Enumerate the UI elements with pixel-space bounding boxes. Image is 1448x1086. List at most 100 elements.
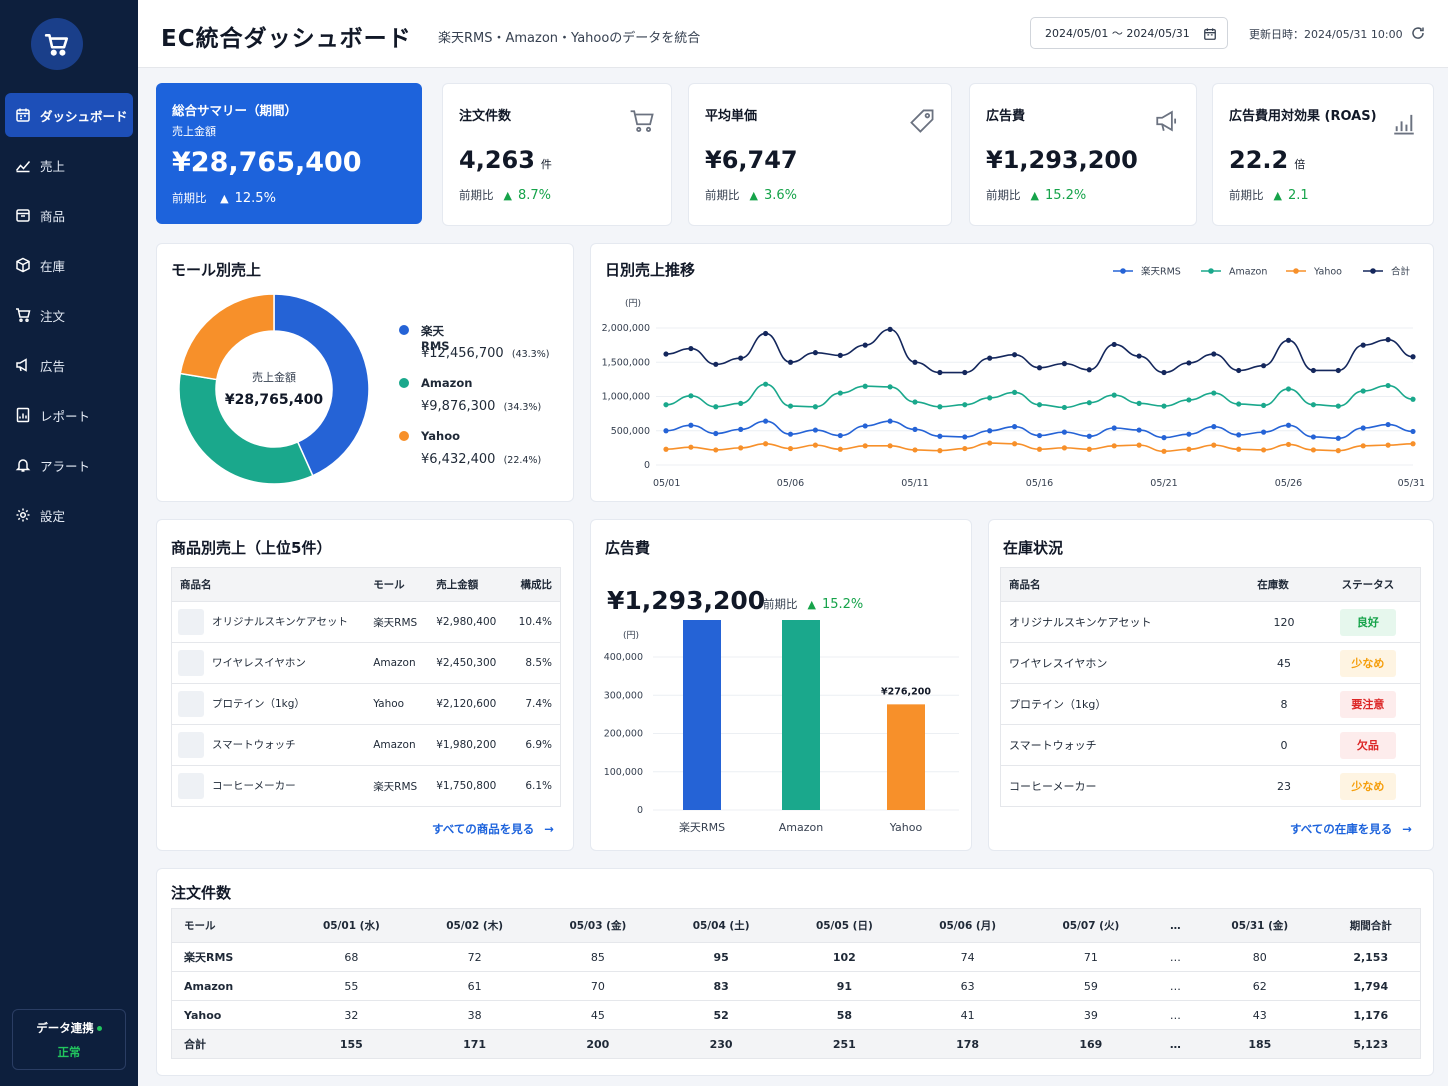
data-point[interactable]	[1161, 403, 1167, 409]
data-point[interactable]	[937, 448, 943, 454]
data-point[interactable]	[763, 330, 769, 337]
data-point[interactable]	[1136, 353, 1142, 359]
data-point[interactable]	[1335, 435, 1341, 441]
data-point[interactable]	[688, 422, 694, 428]
data-point[interactable]	[862, 342, 868, 348]
data-point[interactable]	[1285, 441, 1292, 448]
data-point[interactable]	[763, 418, 769, 424]
data-point[interactable]	[1385, 337, 1391, 343]
date-range-picker[interactable]: 2024/05/01 〜 2024/05/31	[1030, 17, 1228, 49]
data-point[interactable]	[688, 393, 694, 399]
table-row[interactable]: オリジナルスキンケアセット 楽天RMS ¥2,980,400 10.4%	[171, 601, 561, 643]
data-point[interactable]	[1161, 369, 1167, 376]
data-point[interactable]	[912, 399, 918, 405]
sidebar-item-reports[interactable]: レポート	[5, 393, 133, 437]
data-point[interactable]	[663, 446, 669, 452]
table-row[interactable]: スマートウォッチ Amazon ¥1,980,200 6.9%	[171, 724, 561, 766]
data-point[interactable]	[812, 427, 818, 433]
table-row[interactable]: ワイヤレスイヤホン Amazon ¥2,450,300 8.5%	[171, 642, 561, 684]
data-point[interactable]	[837, 446, 843, 452]
data-point[interactable]	[713, 404, 719, 410]
donut-slice-Amazon[interactable]	[178, 372, 314, 485]
data-point[interactable]	[1360, 443, 1366, 449]
data-point[interactable]	[1086, 446, 1092, 452]
view-all-inventory-link[interactable]: すべての在庫を見る →	[1290, 821, 1412, 837]
data-point[interactable]	[688, 345, 694, 352]
data-point[interactable]	[1410, 441, 1416, 447]
table-row[interactable]: スマートウォッチ 0 欠品	[1000, 724, 1421, 766]
data-point[interactable]	[1236, 401, 1242, 407]
data-point[interactable]	[1335, 448, 1341, 454]
data-point[interactable]	[937, 369, 943, 376]
data-point[interactable]	[1211, 424, 1217, 430]
data-point[interactable]	[1036, 365, 1043, 371]
data-point[interactable]	[862, 423, 868, 429]
data-point[interactable]	[1036, 446, 1043, 452]
data-point[interactable]	[1310, 367, 1316, 374]
data-point[interactable]	[738, 400, 744, 406]
table-row[interactable]: プロテイン（1kg） 8 要注意	[1000, 683, 1421, 725]
data-point[interactable]	[1086, 367, 1092, 373]
data-point[interactable]	[1136, 442, 1142, 448]
data-point[interactable]	[763, 441, 769, 447]
data-point[interactable]	[1385, 421, 1391, 428]
data-point[interactable]	[1111, 341, 1117, 348]
data-point[interactable]	[937, 404, 943, 410]
sidebar-item-ads[interactable]: 広告	[5, 343, 133, 387]
data-point[interactable]	[1211, 390, 1217, 396]
kpi-avg-price-card[interactable]: 平均単価 ¥6,747 前期比 3.6%	[688, 83, 952, 226]
refresh-icon[interactable]	[1410, 25, 1426, 41]
table-row[interactable]: コーヒーメーカー 23 少なめ	[1000, 765, 1421, 807]
data-point[interactable]	[987, 355, 993, 361]
data-point[interactable]	[1285, 386, 1292, 392]
data-point[interactable]	[787, 431, 794, 437]
data-point[interactable]	[937, 433, 943, 439]
data-point[interactable]	[738, 426, 744, 432]
data-point[interactable]	[1111, 425, 1117, 431]
data-point[interactable]	[1012, 424, 1018, 430]
data-point[interactable]	[1036, 402, 1043, 408]
data-point[interactable]	[887, 384, 893, 390]
table-row[interactable]: プロテイン（1kg） Yahoo ¥2,120,600 7.4%	[171, 683, 561, 725]
data-point[interactable]	[713, 361, 719, 367]
data-point[interactable]	[837, 432, 843, 439]
data-point[interactable]	[962, 369, 968, 376]
data-point[interactable]	[1012, 389, 1018, 395]
data-point[interactable]	[837, 352, 843, 358]
app-logo[interactable]	[31, 18, 83, 70]
kpi-roas-card[interactable]: 広告費用対効果 (ROAS) 22.2 倍 前期比 2.1	[1212, 83, 1434, 226]
table-row[interactable]: 楽天RMS 68 72 85 95 102 74 71… 80 2,153	[171, 942, 1421, 972]
data-point[interactable]	[912, 426, 918, 432]
data-point[interactable]	[962, 445, 968, 452]
data-point[interactable]	[1136, 427, 1142, 433]
data-point[interactable]	[862, 383, 868, 389]
data-point[interactable]	[1211, 351, 1217, 357]
data-point[interactable]	[663, 402, 669, 408]
bar-Amazon[interactable]	[782, 620, 820, 810]
data-point[interactable]	[1012, 441, 1018, 447]
data-point[interactable]	[787, 403, 794, 409]
data-point[interactable]	[1261, 402, 1267, 409]
data-point[interactable]	[1186, 446, 1192, 452]
data-point[interactable]	[912, 447, 918, 453]
data-point[interactable]	[1335, 367, 1341, 374]
data-point[interactable]	[1186, 431, 1192, 437]
data-point[interactable]	[1285, 337, 1292, 343]
kpi-summary-card[interactable]: 総合サマリー（期間） 売上金額 ¥28,765,400 前期比 ▲ 12.5%	[156, 83, 422, 224]
data-point[interactable]	[1360, 425, 1366, 431]
sidebar-item-inventory[interactable]: 在庫	[5, 243, 133, 287]
data-point[interactable]	[1086, 433, 1092, 439]
table-row[interactable]: Amazon 55 61 70 83 91 63 59… 62 1,794	[171, 971, 1421, 1001]
table-row[interactable]: 合計 155 171 200 230 251 178 169… 185 5,123	[171, 1029, 1421, 1059]
data-point[interactable]	[1410, 354, 1416, 360]
kpi-orders-card[interactable]: 注文件数 4,263 件 前期比 8.7%	[442, 83, 672, 226]
data-point[interactable]	[1385, 382, 1391, 389]
data-point[interactable]	[1360, 388, 1366, 394]
data-point[interactable]	[962, 434, 968, 440]
data-point[interactable]	[1261, 363, 1267, 369]
data-point[interactable]	[688, 444, 694, 450]
data-point[interactable]	[1261, 429, 1267, 435]
data-point[interactable]	[837, 390, 843, 396]
sidebar-item-sales[interactable]: 売上	[5, 143, 133, 187]
data-point[interactable]	[1310, 447, 1316, 453]
